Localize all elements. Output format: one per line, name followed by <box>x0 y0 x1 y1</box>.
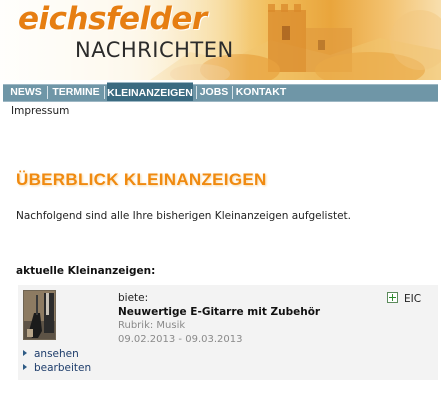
nav-item-news[interactable]: NEWS <box>8 84 44 101</box>
ad-view-label: ansehen <box>34 348 79 360</box>
ad-title[interactable]: Neuwertige E-Gitarre mit Zubehör <box>118 306 320 318</box>
ad-list-item: ansehen bearbeiten biete: Neuwertige E-G… <box>18 285 438 380</box>
ad-region-label: EIC <box>404 293 422 305</box>
main-nav: NEWS TERMINE KLEINANZEIGEN JOBS KONTAKT <box>0 80 441 102</box>
guitar-photo-icon <box>24 291 55 339</box>
subnav-divider <box>3 101 438 102</box>
nav-separator <box>47 86 48 99</box>
brand-logo-bottom[interactable]: NACHRICHTEN <box>75 38 234 62</box>
arrow-right-icon <box>23 350 27 356</box>
arrow-right-icon <box>23 364 27 370</box>
brand-logo-top[interactable]: eichsfelder <box>18 1 207 37</box>
ad-category: Rubrik: Musik <box>118 320 186 331</box>
nav-separator <box>104 86 105 99</box>
plus-box-icon <box>387 292 398 303</box>
ad-offer-type: biete: <box>118 292 149 304</box>
nav-item-termine[interactable]: TERMINE <box>51 84 101 101</box>
header-banner: eichsfelder NACHRICHTEN <box>0 0 441 80</box>
ad-edit-label: bearbeiten <box>34 362 92 374</box>
ad-view-link[interactable]: ansehen <box>23 348 79 360</box>
subnav-link-impressum[interactable]: Impressum <box>11 105 69 117</box>
ad-thumbnail[interactable] <box>23 290 56 340</box>
nav-separator <box>232 86 233 99</box>
page: eichsfelder NACHRICHTEN NEWS TERMINE KLE… <box>0 0 441 406</box>
ad-edit-link[interactable]: bearbeiten <box>23 362 91 374</box>
nav-item-jobs[interactable]: JOBS <box>199 84 229 101</box>
ad-region[interactable]: EIC <box>387 292 421 305</box>
nav-separator <box>196 86 197 99</box>
nav-item-kleinanzeigen[interactable]: KLEINANZEIGEN <box>107 82 193 102</box>
nav-item-kontakt[interactable]: KONTAKT <box>235 84 287 101</box>
page-title: ÜBERBLICK KLEINANZEIGEN <box>16 170 267 189</box>
intro-text: Nachfolgend sind alle Ihre bisherigen Kl… <box>16 210 351 222</box>
section-heading-current-ads: aktuelle Kleinanzeigen: <box>16 265 156 277</box>
ad-date-range: 09.02.2013 - 09.03.2013 <box>118 334 243 345</box>
